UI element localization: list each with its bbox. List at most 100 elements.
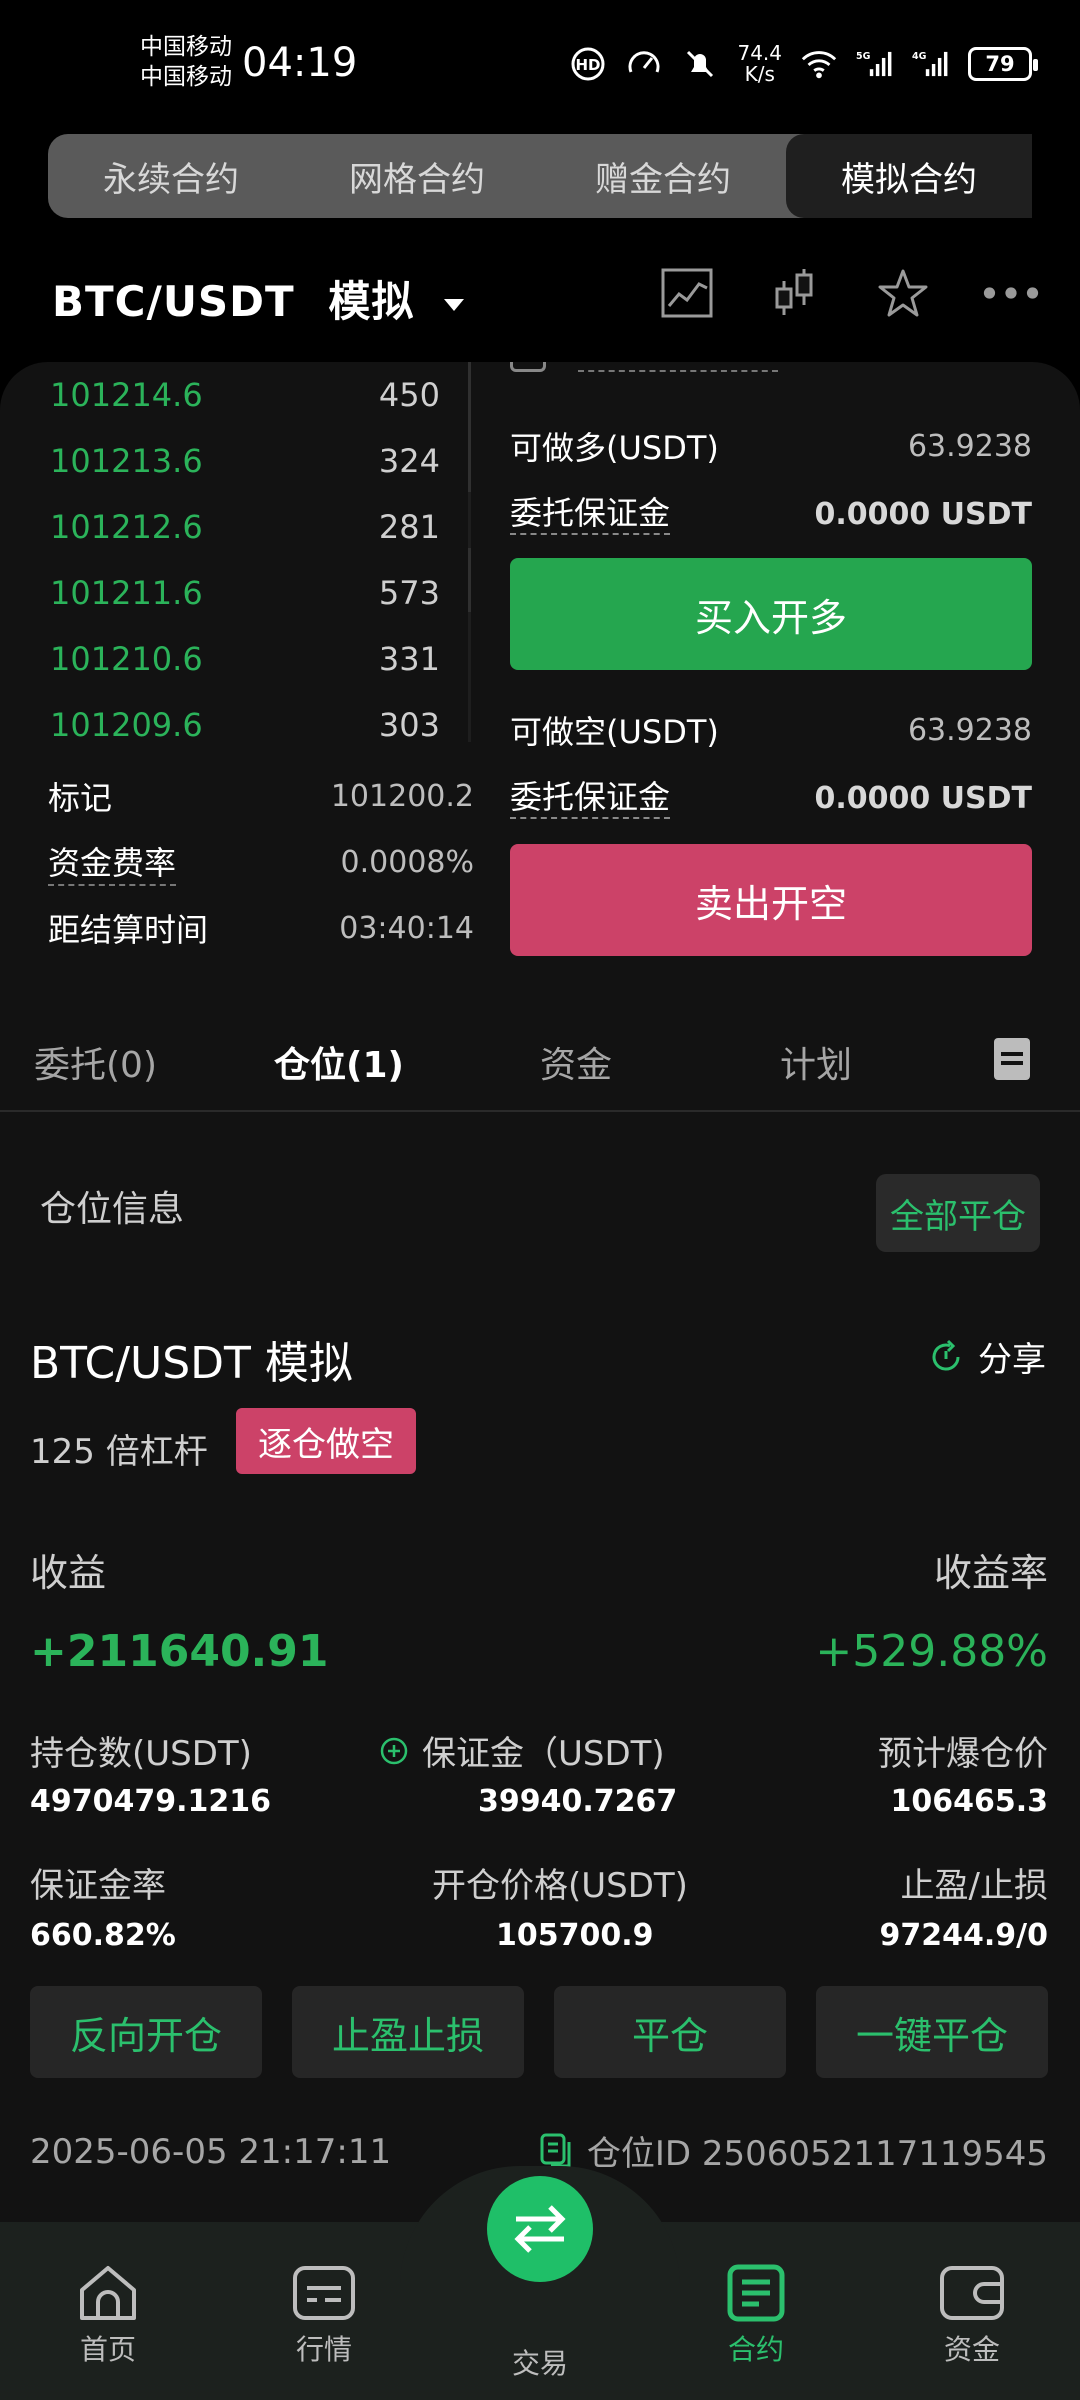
ob-price: 101209.6 [50, 706, 203, 744]
share-button[interactable]: 分享 [928, 1332, 1046, 1381]
buy-long-button[interactable]: 买入开多 [510, 558, 1032, 670]
hd-icon: HD [569, 45, 607, 83]
tab-simulated[interactable]: 模拟合约 [786, 134, 1032, 218]
pair-mode: 模拟 [328, 277, 415, 326]
wifi-icon [800, 45, 838, 83]
reverse-position-button[interactable]: 反向开仓 [30, 1986, 262, 2078]
pair-header: BTC/USDT 模拟 [0, 240, 1080, 350]
margin-label-group[interactable]: 保证金（USDT) [380, 1726, 665, 1775]
star-icon[interactable] [874, 264, 932, 322]
position-side-badge: 逐仓做空 [236, 1408, 416, 1474]
short-margin-label: 委托保证金 [510, 777, 671, 819]
ob-price: 101213.6 [50, 442, 203, 480]
tab-positions[interactable]: 仓位(1) [274, 1036, 404, 1088]
short-available-label: 可做空(USDT) [510, 713, 719, 751]
mute-bell-icon [681, 45, 719, 83]
battery-level: 79 [985, 52, 1015, 76]
funding-value: 0.0008% [340, 844, 474, 880]
order-book-row[interactable]: 101211.6 573 [50, 560, 440, 626]
short-available-value: 63.9238 [907, 712, 1032, 748]
chart-icon[interactable] [658, 264, 716, 322]
quick-close-button[interactable]: 一键平仓 [816, 1986, 1048, 2078]
more-icon[interactable] [982, 264, 1040, 322]
ob-qty: 573 [378, 574, 440, 612]
status-bar: 中国移动 中国移动 04:19 HD 74.4 K/s 5G 4G 79 [0, 0, 1080, 130]
order-book-row[interactable]: 101214.6 450 [50, 362, 440, 428]
entry-price-label: 开仓价格(USDT) [432, 1866, 688, 1906]
nav-trade-label: 交易 [511, 2347, 568, 2380]
nav-contract[interactable]: 合约 [676, 2262, 836, 2368]
order-book-row[interactable]: 101212.6 281 [50, 494, 440, 560]
tpsl-button[interactable]: 止盈止损 [292, 1986, 524, 2078]
tab-orders[interactable]: 委托(0) [34, 1036, 157, 1088]
contract-icon [727, 2264, 785, 2322]
copy-id-icon [540, 2133, 571, 2167]
ob-qty: 331 [378, 640, 440, 678]
clock: 04:19 [242, 40, 358, 86]
caret-down-icon [443, 298, 464, 311]
pnl-rate-value: +529.88% [815, 1626, 1048, 1677]
nav-home-label: 首页 [79, 2333, 136, 2366]
document-icon[interactable] [994, 1038, 1030, 1080]
tpsl-value: 97244.9/0 [879, 1918, 1048, 1953]
long-available-label: 可做多(USDT) [510, 429, 719, 467]
tab-plans[interactable]: 计划 [780, 1036, 852, 1088]
ob-price: 101210.6 [50, 640, 203, 678]
long-available-row: 可做多(USDT) 63.9238 [510, 416, 1032, 476]
liquidation-price-label: 预计爆仓价 [878, 1734, 1048, 1774]
leverage-text: 125 倍杠杆 [30, 1432, 208, 1472]
order-book-row[interactable]: 101210.6 331 [50, 626, 440, 692]
pair-name: BTC/USDT [52, 277, 295, 326]
long-margin-value: 0.0000 USDT [814, 496, 1032, 532]
nav-market[interactable]: 行情 [244, 2262, 404, 2368]
order-book-row[interactable]: 101209.6 303 [50, 692, 440, 758]
margin-rate-label: 保证金率 [30, 1866, 166, 1906]
short-margin-row[interactable]: 委托保证金 0.0000 USDT [510, 768, 1032, 828]
candlestick-icon[interactable] [766, 264, 824, 322]
sell-short-button[interactable]: 卖出开空 [510, 844, 1032, 956]
swap-icon [514, 2205, 566, 2253]
ob-qty: 450 [378, 376, 440, 414]
contract-type-tabs: 永续合约 网格合约 赠金合约 模拟合约 [48, 134, 1032, 218]
long-margin-row[interactable]: 委托保证金 0.0000 USDT [510, 484, 1032, 544]
tab-funds[interactable]: 资金 [540, 1036, 612, 1088]
speedometer-icon [625, 45, 663, 83]
add-margin-icon [380, 1737, 408, 1764]
tab-grid[interactable]: 网格合约 [294, 134, 540, 218]
position-id-label: 仓位ID 2506052117119545 [586, 2134, 1048, 2174]
long-margin-label: 委托保证金 [510, 493, 671, 535]
position-info-title: 仓位信息 [40, 1189, 185, 1230]
header-actions [658, 264, 1040, 322]
carrier-text: 中国移动 中国移动 [140, 32, 232, 92]
nav-home[interactable]: 首页 [28, 2262, 188, 2368]
position-id[interactable]: 仓位ID 2506052117119545 [539, 2126, 1048, 2175]
position-pair: BTC/USDT 模拟 [30, 1338, 353, 1389]
margin-label: 保证金（USDT) [422, 1734, 665, 1774]
close-position-button[interactable]: 平仓 [554, 1986, 786, 2078]
nav-assets-label: 资金 [943, 2333, 1000, 2366]
tab-bonus[interactable]: 赠金合约 [540, 134, 786, 218]
funding-rate-row[interactable]: 资金费率 0.0008% [48, 832, 474, 892]
mark-value: 101200.2 [330, 778, 474, 814]
position-size-label: 持仓数(USDT) [30, 1734, 252, 1774]
signal-4g-icon: 4G [912, 45, 950, 83]
nav-assets[interactable]: 资金 [892, 2262, 1052, 2368]
tab-perpetual[interactable]: 永续合约 [48, 134, 294, 218]
net-speed-value: 74.4 [737, 41, 782, 65]
battery-icon: 79 [968, 47, 1038, 81]
short-margin-value: 0.0000 USDT [814, 780, 1032, 816]
nav-market-label: 行情 [295, 2333, 352, 2366]
signal-1-label: 5G [856, 51, 871, 62]
nav-trade-button[interactable] [487, 2176, 593, 2282]
position-time: 2025-06-05 21:17:11 [30, 2132, 392, 2172]
share-label: 分享 [978, 1340, 1046, 1380]
order-book-depth-bar [468, 362, 471, 742]
checkbox-icon[interactable] [510, 362, 546, 372]
ob-price: 101214.6 [50, 376, 203, 414]
ob-qty: 281 [378, 508, 440, 546]
close-all-button[interactable]: 全部平仓 [876, 1174, 1040, 1252]
entry-price-value: 105700.9 [496, 1918, 654, 1953]
order-book-row[interactable]: 101213.6 324 [50, 428, 440, 494]
pair-selector[interactable]: BTC/USDT 模拟 [52, 268, 464, 329]
ob-qty: 324 [378, 442, 440, 480]
